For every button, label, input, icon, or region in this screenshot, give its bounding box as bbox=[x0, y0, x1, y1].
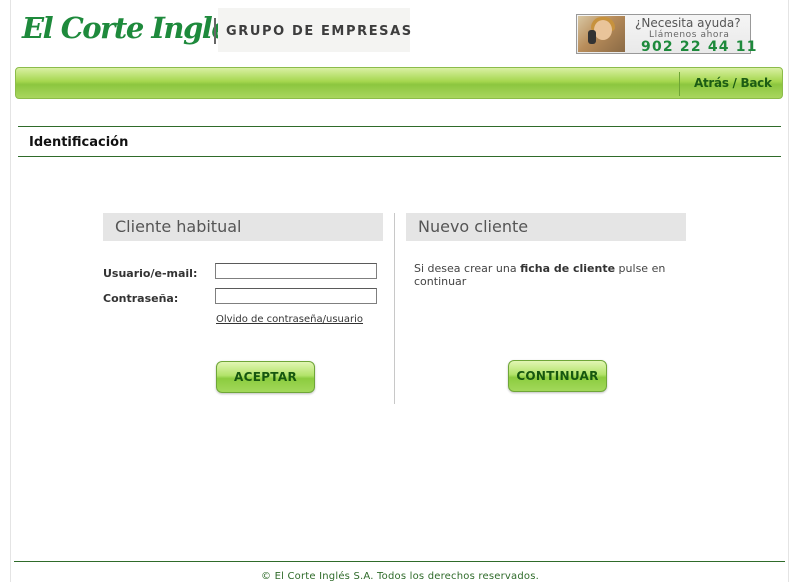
main-navbar: Atrás / Back bbox=[15, 67, 783, 99]
page-title: Identificación bbox=[29, 135, 129, 150]
username-label: Usuario/e-mail: bbox=[103, 267, 198, 280]
returning-customer-header: Cliente habitual bbox=[103, 213, 383, 241]
forgot-password-link[interactable]: Olvido de contraseña/usuario bbox=[216, 314, 363, 325]
username-input[interactable] bbox=[215, 263, 377, 279]
accept-button[interactable]: ACEPTAR bbox=[216, 361, 315, 393]
footer-rule bbox=[14, 561, 785, 562]
logo-divider bbox=[214, 18, 216, 44]
brand-logo[interactable]: El Corte Inglés bbox=[22, 8, 245, 52]
brand-logo-text: El Corte Inglés bbox=[22, 11, 245, 45]
help-banner[interactable]: ¿Necesita ayuda? Llámenos ahora 902 22 4… bbox=[576, 14, 757, 55]
new-customer-title: Nuevo cliente bbox=[418, 217, 529, 236]
help-title: ¿Necesita ayuda? bbox=[635, 16, 741, 30]
panel-separator bbox=[394, 213, 395, 404]
footer-copyright: © El Corte Inglés S.A. Todos los derecho… bbox=[261, 571, 539, 582]
navbar-separator bbox=[679, 72, 680, 96]
password-label: Contraseña: bbox=[103, 292, 179, 305]
support-agent-photo-icon bbox=[578, 16, 625, 52]
help-phone-number: 902 22 44 11 bbox=[641, 39, 758, 55]
continue-button[interactable]: CONTINUAR bbox=[508, 360, 607, 392]
returning-customer-title: Cliente habitual bbox=[115, 217, 242, 236]
new-customer-text-bold: ficha de cliente bbox=[520, 262, 616, 275]
new-customer-description: Si desea crear una ficha de cliente puls… bbox=[414, 262, 684, 288]
section-bottom-rule bbox=[18, 156, 781, 157]
new-customer-header: Nuevo cliente bbox=[406, 213, 686, 241]
section-top-rule bbox=[18, 126, 781, 127]
agent-head bbox=[594, 20, 612, 40]
headset-icon bbox=[588, 30, 596, 44]
password-input[interactable] bbox=[215, 288, 377, 304]
group-label: GRUPO DE EMPRESAS bbox=[226, 24, 413, 39]
new-customer-text-start: Si desea crear una bbox=[414, 262, 521, 275]
group-label-box: GRUPO DE EMPRESAS bbox=[218, 8, 413, 52]
back-button[interactable]: Atrás / Back bbox=[694, 76, 772, 90]
